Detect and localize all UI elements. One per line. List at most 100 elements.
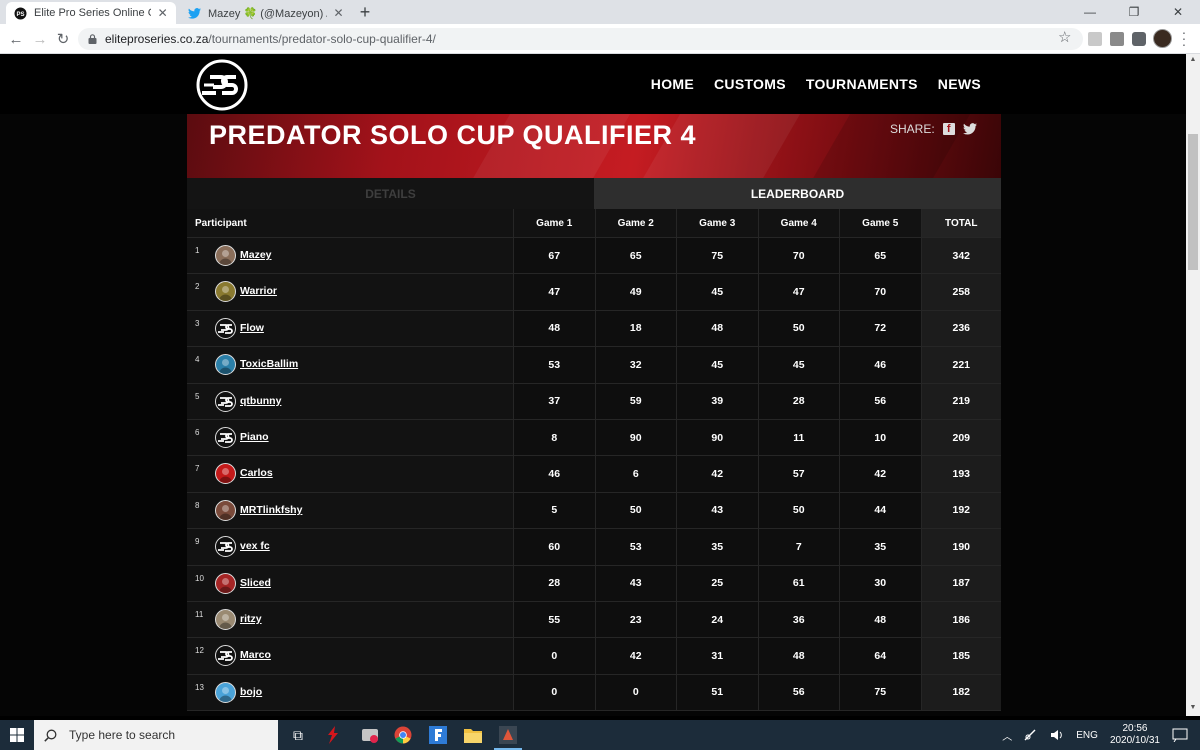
participant-name-link[interactable]: Mazey (240, 249, 272, 261)
tab-details[interactable]: DETAILS (187, 178, 594, 209)
minimize-icon[interactable]: — (1068, 0, 1112, 24)
reload-icon[interactable]: ↻ (53, 29, 73, 49)
facebook-icon[interactable]: f (942, 123, 955, 135)
share-label: SHARE: (890, 122, 935, 136)
participant-name-link[interactable]: ToxicBallim (240, 358, 298, 370)
nav-tournaments[interactable]: TOURNAMENTS (806, 76, 918, 92)
back-icon[interactable]: ← (6, 29, 26, 49)
file-explorer-icon[interactable] (463, 725, 483, 745)
participant-name-link[interactable]: ritzy (240, 613, 262, 625)
game-score-cell: 6 (594, 456, 676, 492)
game-score-cell: 42 (676, 456, 758, 492)
language-indicator[interactable]: ENG (1076, 730, 1098, 741)
table-row: 13 bojo 0 0 51 56 75 182 (187, 674, 1001, 712)
column-header: Participant (187, 209, 513, 237)
forward-icon[interactable]: → (30, 29, 50, 49)
game-score-cell: 50 (757, 310, 839, 347)
website-viewport: HOME CUSTOMS TOURNAMENTS NEWS PREDATOR S… (0, 54, 1186, 716)
game-score-cell: 18 (594, 310, 676, 347)
page-scrollbar[interactable]: ▲ ▼ (1186, 54, 1200, 716)
fortnite-icon[interactable] (428, 725, 448, 745)
windows-start-icon[interactable] (10, 728, 24, 742)
total-score-cell: 236 (920, 310, 1001, 347)
close-window-icon[interactable]: ✕ (1156, 0, 1200, 24)
scroll-down-icon[interactable]: ▼ (1189, 704, 1197, 711)
twitter-favicon-icon (188, 6, 201, 20)
player-avatar[interactable] (215, 499, 236, 521)
participant-name-link[interactable]: bojo (240, 686, 262, 698)
browser-menu-icon[interactable]: · · · (1180, 25, 1188, 51)
participant-name-link[interactable]: Piano (240, 431, 269, 443)
participant-cell: 6 Piano (187, 419, 513, 456)
extension-icon[interactable] (1088, 32, 1102, 46)
scrollbar-thumb[interactable] (1188, 134, 1198, 270)
task-view-icon[interactable]: ⧉ (288, 725, 308, 745)
tray-chevron-icon[interactable]: ︿ (1002, 728, 1012, 743)
tab-close-icon[interactable]: ✕ (333, 6, 344, 20)
notifications-icon[interactable] (1172, 728, 1188, 742)
participant-name-link[interactable]: vex fc (240, 540, 270, 552)
participant-name-link[interactable]: Flow (240, 322, 264, 334)
player-avatar[interactable] (215, 354, 236, 376)
game-score-cell: 23 (594, 601, 676, 638)
browser-tab-active[interactable]: PS Elite Pro Series Online Gaming To ✕ (6, 2, 176, 24)
total-score-cell: 209 (920, 419, 1001, 456)
eps-avatar-icon[interactable] (215, 317, 236, 339)
participant-cell: 4 ToxicBallim (187, 347, 513, 383)
participant-name-link[interactable]: qtbunny (240, 395, 281, 407)
participant-name-link[interactable]: MRTlinkfshy (240, 504, 302, 516)
participant-name-link[interactable]: Marco (240, 649, 271, 661)
eps-avatar-icon[interactable] (215, 645, 236, 667)
table-row: 11 ritzy 55 23 24 36 48 186 (187, 601, 1001, 639)
player-avatar[interactable] (215, 463, 236, 485)
table-row: 12 Marco 0 42 31 48 64 185 (187, 638, 1001, 675)
player-avatar[interactable] (215, 245, 236, 266)
game-score-cell: 7 (757, 529, 839, 565)
eps-avatar-icon[interactable] (215, 536, 236, 558)
game-score-cell: 42 (839, 456, 921, 492)
tab-leaderboard[interactable]: LEADERBOARD (594, 178, 1001, 209)
eps-avatar-icon[interactable] (215, 426, 236, 448)
address-bar[interactable]: eliteproseries.co.za/tournaments/predato… (78, 28, 1083, 50)
lock-icon (88, 34, 97, 44)
eps-logo-icon[interactable] (196, 59, 248, 111)
player-avatar[interactable] (215, 608, 236, 630)
player-avatar[interactable] (215, 281, 236, 303)
chrome-icon[interactable] (393, 725, 413, 745)
game-score-cell: 55 (513, 601, 595, 638)
participant-name-link[interactable]: Sliced (240, 577, 271, 589)
restore-icon[interactable]: ❐ (1112, 0, 1156, 24)
taskbar-clock[interactable]: 20:56 2020/10/31 (1110, 723, 1160, 747)
rank-number: 10 (195, 573, 204, 583)
tab-title: Elite Pro Series Online Gaming To (34, 7, 151, 19)
nav-customs[interactable]: CUSTOMS (714, 76, 786, 92)
twitter-icon[interactable] (962, 123, 977, 135)
tab-close-icon[interactable]: ✕ (157, 6, 168, 20)
razer-app-icon[interactable] (322, 725, 342, 745)
site-favicon-icon: PS (14, 6, 27, 20)
rank-number: 7 (195, 464, 200, 474)
app-icon[interactable] (360, 725, 380, 745)
extensions-puzzle-icon[interactable] (1132, 32, 1146, 46)
player-avatar[interactable] (215, 572, 236, 594)
browser-tab-twitter[interactable]: Mazey 🍀 (@Mazeyon) / Twitter ✕ (180, 2, 352, 24)
new-tab-button[interactable]: + (356, 3, 374, 21)
rank-number: 1 (195, 246, 200, 255)
windows-taskbar: Type here to search ⧉ ︿ ENG 20:56 2020/1… (0, 720, 1200, 750)
extension-icon[interactable] (1110, 32, 1124, 46)
volume-icon[interactable] (1050, 729, 1064, 741)
site-header: HOME CUSTOMS TOURNAMENTS NEWS (0, 54, 1186, 114)
nav-news[interactable]: NEWS (938, 76, 981, 92)
player-avatar[interactable] (215, 681, 236, 703)
participant-name-link[interactable]: Warrior (240, 285, 277, 297)
nav-home[interactable]: HOME (651, 76, 694, 92)
bookmark-star-icon[interactable]: ☆ (1058, 28, 1071, 46)
game-app-icon[interactable] (494, 725, 522, 750)
participant-name-link[interactable]: Carlos (240, 467, 273, 479)
eps-avatar-icon[interactable] (215, 390, 236, 412)
taskbar-search-box[interactable]: Type here to search (34, 720, 278, 750)
network-icon[interactable] (1024, 729, 1038, 741)
profile-avatar[interactable] (1153, 29, 1172, 48)
scroll-up-icon[interactable]: ▲ (1189, 56, 1197, 63)
table-header-row: Participant Game 1 Game 2 Game 3 Game 4 … (187, 209, 1001, 238)
